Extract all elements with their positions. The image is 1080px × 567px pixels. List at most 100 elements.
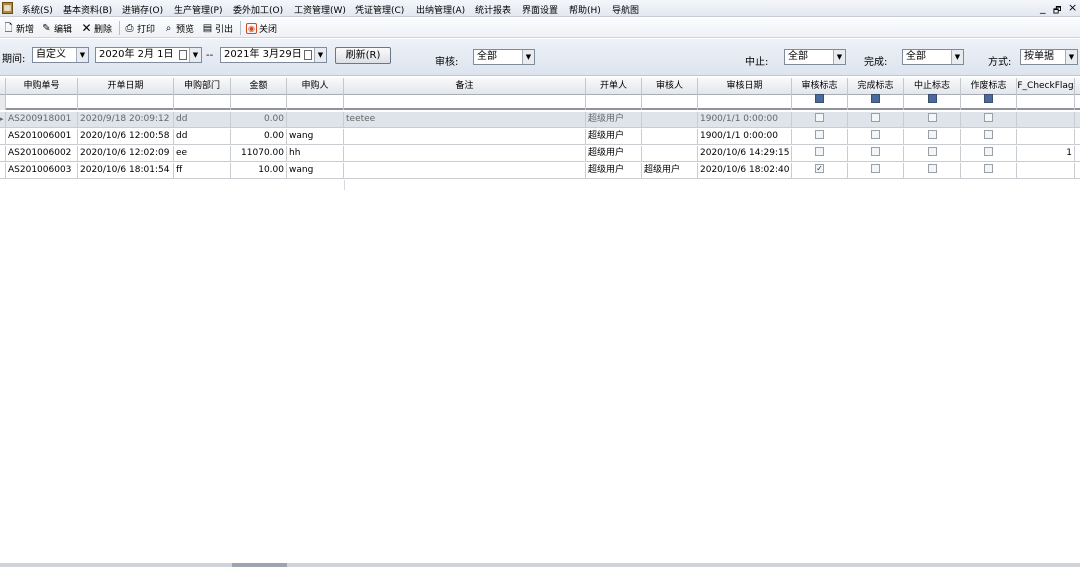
col-header-suspended[interactable]: 中止标志	[904, 78, 961, 95]
filter-cell-audit-date[interactable]	[698, 95, 792, 110]
calendar-icon[interactable]	[304, 50, 312, 60]
date-to-field[interactable]: 2021年 3月29日 ▼	[220, 47, 327, 63]
chevron-down-icon[interactable]: ▼	[314, 48, 326, 62]
col-header-audited[interactable]: 审核标志	[792, 78, 848, 95]
filter-cell-requester[interactable]	[287, 95, 344, 110]
filter-cell-audited[interactable]	[792, 94, 848, 110]
checkbox[interactable]	[927, 130, 937, 139]
filter-checkbox[interactable]	[984, 94, 993, 103]
filter-cell-id[interactable]	[6, 95, 78, 110]
checkbox[interactable]	[984, 164, 993, 173]
period-select[interactable]: 自定义 ▼	[32, 47, 89, 63]
cell-dept: ee	[174, 146, 231, 162]
menu-navigation[interactable]: 导航图	[612, 3, 639, 16]
export-button[interactable]: ▤ 引出	[202, 21, 233, 35]
filter-cell-auditor[interactable]	[642, 95, 698, 110]
checkbox[interactable]	[871, 147, 880, 156]
filter-checkbox[interactable]	[871, 94, 880, 103]
printer-icon: ⎙	[125, 22, 134, 34]
checkbox[interactable]	[815, 130, 824, 139]
menu-reports[interactable]: 统计报表	[475, 3, 511, 16]
table-row[interactable]: AS201006002 2020/10/6 12:02:09 ee 11070.…	[0, 146, 1080, 162]
col-header-auditor[interactable]: 审核人	[642, 78, 698, 95]
checkbox[interactable]	[927, 113, 937, 122]
mode-select[interactable]: 按单据 ▼	[1020, 49, 1078, 65]
filter-cell-date[interactable]	[78, 95, 174, 110]
filter-cell-voided[interactable]	[961, 94, 1017, 110]
date-from-field[interactable]: 2020年 2月 1日 ▼	[95, 47, 202, 63]
menu-interface-settings[interactable]: 界面设置	[522, 3, 558, 16]
chevron-down-icon[interactable]: ▼	[951, 50, 963, 64]
filter-cell-completed[interactable]	[848, 94, 904, 110]
checkbox[interactable]	[815, 147, 824, 156]
menu-system[interactable]: 系统(S)	[22, 3, 53, 16]
filter-cell-note[interactable]	[344, 95, 586, 110]
checkbox[interactable]	[871, 113, 880, 122]
menu-outsourcing[interactable]: 委外加工(O)	[233, 3, 283, 16]
col-header-date[interactable]: 开单日期	[78, 78, 174, 95]
chevron-down-icon[interactable]: ▼	[1065, 50, 1077, 64]
menu-vouchers[interactable]: 凭证管理(C)	[355, 3, 404, 16]
filter-cell-dept[interactable]	[174, 95, 231, 110]
close-icon: ◉	[246, 22, 257, 34]
menu-basic-data[interactable]: 基本资料(B)	[63, 3, 112, 16]
checkmark-icon[interactable]: ✓	[815, 164, 824, 173]
checkbox[interactable]	[927, 147, 937, 156]
toolbar-separator	[240, 21, 241, 35]
table-row[interactable]: ▸ AS200918001 2020/9/18 20:09:12 dd 0.00…	[0, 112, 1080, 128]
close-button[interactable]: ◉ 关闭	[246, 21, 277, 35]
calendar-icon[interactable]	[179, 50, 187, 60]
complete-select[interactable]: 全部 ▼	[902, 49, 964, 65]
menu-help[interactable]: 帮助(H)	[569, 3, 601, 16]
col-header-completed[interactable]: 完成标志	[848, 78, 904, 95]
audit-select[interactable]: 全部 ▼	[473, 49, 535, 65]
minimize-icon[interactable]: _	[1040, 1, 1046, 14]
filter-checkbox[interactable]	[927, 94, 937, 103]
col-header-dept[interactable]: 申购部门	[174, 78, 231, 95]
checkbox[interactable]	[984, 130, 993, 139]
restore-icon[interactable]: 🗗	[1053, 3, 1061, 19]
menu-inventory[interactable]: 进销存(O)	[122, 3, 163, 16]
bottom-tab[interactable]	[232, 563, 287, 567]
filter-cell-creator[interactable]	[586, 95, 642, 110]
cell-checkflag	[1017, 112, 1075, 128]
app-icon[interactable]: ▦	[2, 2, 13, 14]
col-header-id[interactable]: 申购单号	[6, 78, 78, 95]
edit-button[interactable]: ✎ 编辑	[41, 21, 72, 35]
print-button[interactable]: ⎙ 打印	[124, 21, 156, 35]
col-header-requester[interactable]: 申购人	[287, 78, 344, 95]
filter-cell-checkflag[interactable]	[1017, 95, 1075, 110]
table-row[interactable]: AS201006001 2020/10/6 12:00:58 dd 0.00 w…	[0, 129, 1080, 145]
col-header-checkflag[interactable]: F_CheckFlag	[1017, 78, 1075, 95]
checkbox[interactable]	[984, 147, 993, 156]
col-header-creator[interactable]: 开单人	[586, 78, 642, 95]
refresh-button[interactable]: 刷新(R)	[335, 47, 391, 64]
checkbox[interactable]	[815, 113, 824, 122]
preview-button[interactable]: ⌕ 预览	[163, 21, 194, 35]
menu-cashier[interactable]: 出纳管理(A)	[416, 3, 465, 16]
col-header-voided[interactable]: 作废标志	[961, 78, 1017, 95]
col-header-audit-date[interactable]: 审核日期	[698, 78, 792, 95]
cell-voided	[961, 146, 1017, 162]
checkbox[interactable]	[984, 113, 993, 122]
col-header-overflow	[1075, 78, 1080, 95]
checkbox[interactable]	[871, 164, 880, 173]
col-header-note[interactable]: 备注	[344, 78, 586, 95]
checkbox[interactable]	[871, 130, 880, 139]
chevron-down-icon[interactable]: ▼	[833, 50, 845, 64]
chevron-down-icon[interactable]: ▼	[189, 48, 201, 62]
filter-cell-amount[interactable]	[231, 95, 287, 110]
checkbox[interactable]	[927, 164, 937, 173]
menu-production[interactable]: 生产管理(P)	[174, 3, 222, 16]
menu-payroll[interactable]: 工资管理(W)	[294, 3, 346, 16]
table-row[interactable]: AS201006003 2020/10/6 18:01:54 ff 10.00 …	[0, 163, 1080, 179]
chevron-down-icon[interactable]: ▼	[522, 50, 534, 64]
suspend-select[interactable]: 全部 ▼	[784, 49, 846, 65]
close-window-icon[interactable]: ×	[1068, 1, 1077, 14]
chevron-down-icon[interactable]: ▼	[76, 48, 88, 62]
filter-cell-suspended[interactable]	[904, 94, 961, 110]
delete-button[interactable]: ✕ 删除	[81, 21, 112, 35]
col-header-amount[interactable]: 金额	[231, 78, 287, 95]
filter-checkbox[interactable]	[815, 94, 824, 103]
new-button[interactable]: 🗋 新增	[3, 21, 34, 35]
